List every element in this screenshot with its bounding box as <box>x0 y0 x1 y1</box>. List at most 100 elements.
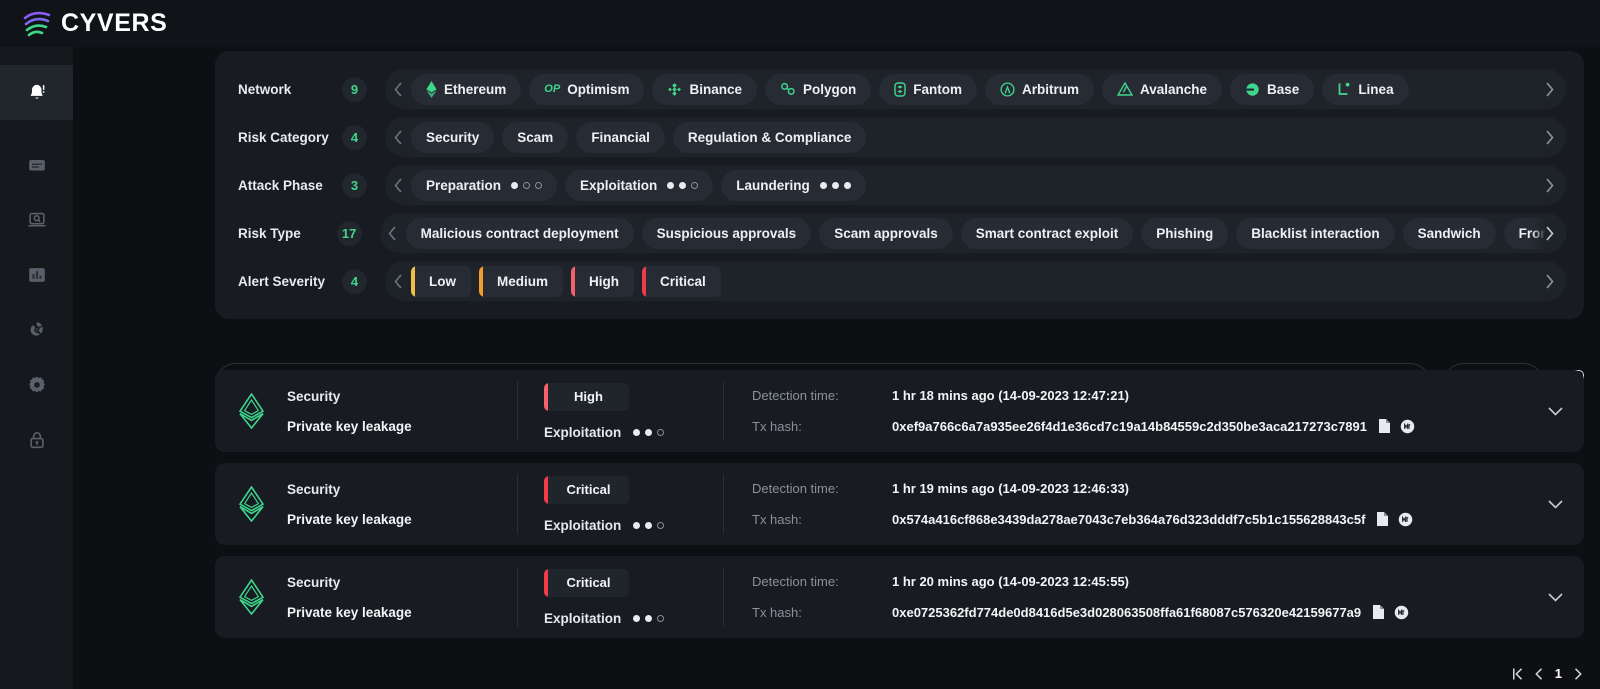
expand-row-button[interactable] <box>1526 556 1584 638</box>
chain-logo <box>215 463 287 545</box>
expand-row-button[interactable] <box>1526 370 1584 452</box>
detection-time-line: Detection time: 1 hr 19 mins ago (14-09-… <box>752 481 1526 496</box>
sidebar-item-alerts[interactable] <box>0 65 73 120</box>
filter-row-risk-type: Risk Type 17 Malicious contract deployme… <box>215 209 1584 257</box>
chip-base[interactable]: Base <box>1230 74 1314 105</box>
detection-time-value: 1 hr 18 mins ago (14-09-2023 12:47:21) <box>892 388 1129 403</box>
chip-scam[interactable]: Scam <box>502 122 568 153</box>
status-badge: Critical <box>544 569 629 597</box>
alert-phase: Exploitation <box>544 518 723 533</box>
chip-label: Polygon <box>803 82 856 97</box>
severity-color-bar <box>571 266 575 297</box>
severity-color-bar <box>642 266 646 297</box>
scroll-right-icon[interactable] <box>1532 117 1566 157</box>
first-page-icon[interactable] <box>1512 668 1523 680</box>
copy-icon[interactable] <box>1376 511 1389 527</box>
optimism-icon: OP <box>544 83 560 95</box>
chip-preparation[interactable]: Preparation <box>411 170 557 201</box>
severity-label: Critical <box>548 482 629 497</box>
chip-regulation-compliance[interactable]: Regulation & Compliance <box>673 122 867 153</box>
phase-label: Exploitation <box>544 611 621 626</box>
chip-polygon[interactable]: Polygon <box>765 74 871 105</box>
laptop-search-icon <box>26 209 48 231</box>
chain-logo <box>215 556 287 638</box>
next-page-icon[interactable] <box>1574 668 1582 680</box>
chip-security[interactable]: Security <box>411 122 494 153</box>
scroll-left-icon[interactable] <box>385 261 411 301</box>
lock-icon <box>26 429 48 451</box>
chip-label: Regulation & Compliance <box>688 130 852 145</box>
sidebar-item-investigate[interactable] <box>0 192 73 247</box>
copy-icon[interactable] <box>1372 604 1385 620</box>
prev-page-icon[interactable] <box>1535 668 1543 680</box>
etherscan-link-icon[interactable] <box>1400 419 1415 434</box>
alert-risk-type: Private key leakage <box>287 605 517 620</box>
chip-label: Suspicious approvals <box>657 226 797 241</box>
chip-ethereum[interactable]: Ethereum <box>411 74 521 105</box>
chip-linea[interactable]: Linea <box>1322 74 1408 105</box>
bar-chart-icon <box>26 264 48 286</box>
table-row[interactable]: Security Private key leakage High Exploi… <box>215 370 1584 452</box>
detection-time-key: Detection time: <box>752 574 892 589</box>
sidebar-item-security[interactable] <box>0 412 73 467</box>
copy-icon[interactable] <box>1378 418 1391 434</box>
chip-optimism[interactable]: OP Optimism <box>529 74 644 105</box>
chip-financial[interactable]: Financial <box>576 122 665 153</box>
chip-severity-medium[interactable]: Medium <box>479 266 563 297</box>
pagination: 1 <box>1512 666 1582 681</box>
chip-laundering[interactable]: Laundering <box>721 170 866 201</box>
chevron-down-icon <box>1548 500 1563 509</box>
chip-smart-contract-exploit[interactable]: Smart contract exploit <box>961 218 1134 249</box>
alert-type-cell: Security Private key leakage <box>287 556 517 638</box>
ethereum-icon <box>426 81 437 98</box>
chip-suspicious-approvals[interactable]: Suspicious approvals <box>642 218 812 249</box>
table-row[interactable]: Security Private key leakage Critical Ex… <box>215 556 1584 638</box>
alert-category: Security <box>287 482 517 497</box>
scroll-left-icon[interactable] <box>385 117 411 157</box>
ethereum-icon <box>239 393 264 429</box>
phase-label: Exploitation <box>544 425 621 440</box>
scroll-right-icon[interactable] <box>1532 261 1566 301</box>
etherscan-link-icon[interactable] <box>1398 512 1413 527</box>
filter-row-network: Network 9 Ethereum OP Optimism <box>215 65 1584 113</box>
scroll-right-icon[interactable] <box>1532 213 1566 253</box>
chip-arbitrum[interactable]: Arbitrum <box>985 74 1094 105</box>
filter-label: Alert Severity <box>238 274 318 289</box>
base-icon <box>1245 82 1260 97</box>
scroll-left-icon[interactable] <box>380 213 406 253</box>
chip-sandwich[interactable]: Sandwich <box>1403 218 1496 249</box>
phase-dots <box>820 182 851 189</box>
sidebar-item-settings[interactable] <box>0 357 73 412</box>
sidebar-item-cards[interactable] <box>0 137 73 192</box>
chip-scam-approvals[interactable]: Scam approvals <box>819 218 953 249</box>
scroll-right-icon[interactable] <box>1532 69 1566 109</box>
chip-severity-critical[interactable]: Critical <box>642 266 721 297</box>
chip-label: Scam <box>517 130 553 145</box>
tx-hash-key: Tx hash: <box>752 605 892 620</box>
chip-severity-high[interactable]: High <box>571 266 634 297</box>
table-row[interactable]: Security Private key leakage Critical Ex… <box>215 463 1584 545</box>
sidebar-item-analytics[interactable] <box>0 247 73 302</box>
etherscan-link-icon[interactable] <box>1394 605 1409 620</box>
chip-label: Exploitation <box>580 178 657 193</box>
sidebar-item-network[interactable] <box>0 302 73 357</box>
chip-blacklist-interaction[interactable]: Blacklist interaction <box>1236 218 1394 249</box>
page-number[interactable]: 1 <box>1555 666 1562 681</box>
chip-label: Binance <box>689 82 742 97</box>
chip-binance[interactable]: Binance <box>652 74 757 105</box>
scroll-left-icon[interactable] <box>385 69 411 109</box>
chip-avalanche[interactable]: Avalanche <box>1102 74 1222 105</box>
chip-fantom[interactable]: Fantom <box>879 74 977 105</box>
scroll-right-icon[interactable] <box>1532 165 1566 205</box>
chip-label: Smart contract exploit <box>976 226 1119 241</box>
chip-exploitation[interactable]: Exploitation <box>565 170 713 201</box>
filter-count-badge: 9 <box>342 77 367 102</box>
chip-phishing[interactable]: Phishing <box>1141 218 1228 249</box>
alerts-list: Security Private key leakage High Exploi… <box>215 370 1584 649</box>
chip-severity-low[interactable]: Low <box>411 266 471 297</box>
expand-row-button[interactable] <box>1526 463 1584 545</box>
tx-hash-line: Tx hash: 0xe0725362fd774de0d8416d5e3d028… <box>752 604 1526 620</box>
detection-time-key: Detection time: <box>752 481 892 496</box>
scroll-left-icon[interactable] <box>385 165 411 205</box>
chip-malicious-contract-deployment[interactable]: Malicious contract deployment <box>406 218 634 249</box>
